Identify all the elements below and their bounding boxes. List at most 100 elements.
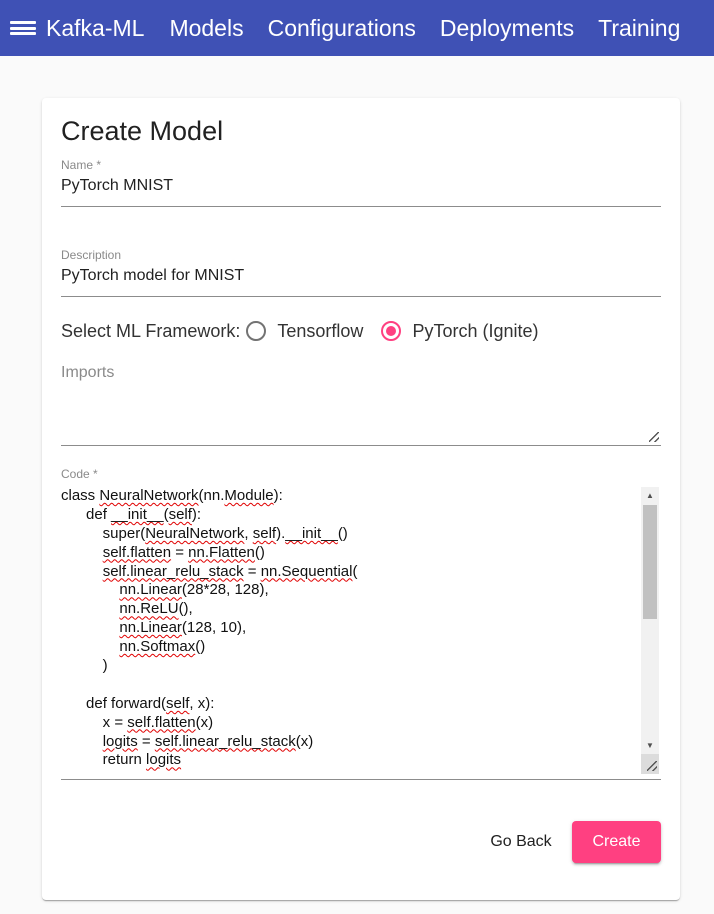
app-brand[interactable]: Kafka-ML <box>46 15 144 42</box>
code-token: () <box>337 524 348 542</box>
create-model-card: Create Model Name * PyTorch MNIST Descri… <box>42 98 680 900</box>
resize-grip-icon[interactable] <box>649 432 659 442</box>
scroll-up-icon[interactable]: ▲ <box>641 487 659 504</box>
radio-pytorch[interactable]: PyTorch (Ignite) <box>381 321 538 342</box>
code-token: def forward( <box>61 694 167 712</box>
code-token: (28*28, 128), <box>181 581 269 599</box>
menu-icon[interactable] <box>10 18 36 38</box>
nav-configurations[interactable]: Configurations <box>268 15 416 42</box>
description-underline <box>61 296 661 297</box>
code-token: = <box>171 543 189 561</box>
code-token: = <box>137 732 155 750</box>
code-line: ) <box>61 657 641 676</box>
spellcheck-token: self.flatten <box>127 713 196 731</box>
code-underline <box>61 779 661 780</box>
nav-models[interactable]: Models <box>169 15 243 42</box>
code-line: def __init__(self): <box>61 506 641 525</box>
spellcheck-token: NeuralNetwork <box>145 524 245 542</box>
code-token: (128, 10), <box>181 619 247 637</box>
code-token: x = <box>61 713 128 731</box>
go-back-button[interactable]: Go Back <box>477 821 565 863</box>
code-label: Code * <box>61 467 98 481</box>
name-underline <box>61 206 661 207</box>
spellcheck-token: nn.Sequential <box>260 562 353 580</box>
spellcheck-token: nn.Softmax <box>119 638 196 656</box>
spellcheck-token: self.linear_relu_stack <box>154 732 296 750</box>
spellcheck-token: nn.ReLU <box>119 600 179 618</box>
code-token: ) <box>61 657 108 675</box>
code-line: nn.Linear(128, 10), <box>61 619 641 638</box>
description-input[interactable]: PyTorch model for MNIST <box>61 267 661 287</box>
framework-label: Select ML Framework: <box>61 320 241 341</box>
code-token: super( <box>61 524 146 542</box>
code-token: (x) <box>195 713 214 731</box>
code-token: , x): <box>189 694 215 712</box>
spellcheck-token: self.flatten <box>102 543 172 561</box>
spellcheck-token: self <box>168 505 192 523</box>
spellcheck-token: logits <box>146 751 182 769</box>
code-token: , <box>244 524 253 542</box>
spellcheck-token: logits <box>102 732 138 750</box>
spellcheck-token: Module <box>224 487 274 504</box>
code-line: return logits <box>61 751 641 770</box>
spellcheck-token: __init__ <box>111 505 164 523</box>
scroll-down-icon[interactable]: ▼ <box>641 737 659 754</box>
nav-deployments[interactable]: Deployments <box>440 15 574 42</box>
code-line: self.linear_relu_stack = nn.Sequential( <box>61 563 641 582</box>
code-token: def <box>61 505 112 523</box>
description-field[interactable]: Description PyTorch model for MNIST <box>61 248 661 298</box>
code-token: ): <box>191 505 202 523</box>
spellcheck-token: nn.Linear <box>119 619 182 637</box>
code-token: (), <box>178 600 193 618</box>
radio-tensorflow-label: Tensorflow <box>277 320 364 341</box>
spellcheck-token: NeuralNetwork <box>99 487 199 504</box>
top-toolbar: Kafka-ML Models Configurations Deploymen… <box>0 0 714 56</box>
code-token: ): <box>273 487 283 504</box>
name-input[interactable]: PyTorch MNIST <box>61 177 661 197</box>
code-token: () <box>254 543 265 561</box>
code-scrollbar[interactable]: ▲ ▼ <box>641 487 659 774</box>
code-token: = <box>243 562 261 580</box>
code-textarea[interactable]: class NeuralNetwork(nn.Module): def __in… <box>61 487 641 774</box>
nav-training[interactable]: Training <box>598 15 680 42</box>
radio-tensorflow[interactable]: Tensorflow <box>246 321 363 342</box>
spellcheck-token: self <box>252 524 277 542</box>
spellcheck-token: nn.Flatten <box>188 543 255 561</box>
page-title: Create Model <box>61 116 224 146</box>
scroll-thumb[interactable] <box>643 505 657 619</box>
imports-textarea[interactable]: Imports <box>61 364 661 382</box>
code-line: nn.Softmax() <box>61 638 641 657</box>
imports-underline <box>61 445 661 446</box>
radio-unchecked-icon[interactable] <box>246 321 267 341</box>
code-line: nn.ReLU(), <box>61 600 641 619</box>
radio-pytorch-label: PyTorch (Ignite) <box>412 320 539 341</box>
code-token: class <box>61 487 100 504</box>
create-button[interactable]: Create <box>572 821 661 863</box>
resize-grip-icon[interactable] <box>647 761 657 771</box>
imports-field[interactable]: Imports <box>61 364 661 448</box>
code-line: class NeuralNetwork(nn.Module): <box>61 487 641 506</box>
spellcheck-token: nn.Linear <box>119 581 182 599</box>
code-line: def forward(self, x): <box>61 695 641 714</box>
framework-selector: Select ML Framework: Tensorflow PyTorch … <box>61 316 556 346</box>
code-token: return <box>61 751 147 769</box>
name-label: Name * <box>61 158 102 172</box>
radio-checked-icon[interactable] <box>381 321 402 341</box>
code-line: logits = self.linear_relu_stack(x) <box>61 733 641 752</box>
code-token: (x) <box>295 732 314 750</box>
name-field[interactable]: Name * PyTorch MNIST <box>61 158 661 208</box>
spellcheck-token: __init__ <box>285 524 338 542</box>
code-token: () <box>195 638 206 656</box>
code-token: ( <box>352 562 358 580</box>
code-line: nn.Linear(28*28, 128), <box>61 581 641 600</box>
scroll-corner <box>641 754 659 774</box>
code-token: ). <box>276 524 286 542</box>
